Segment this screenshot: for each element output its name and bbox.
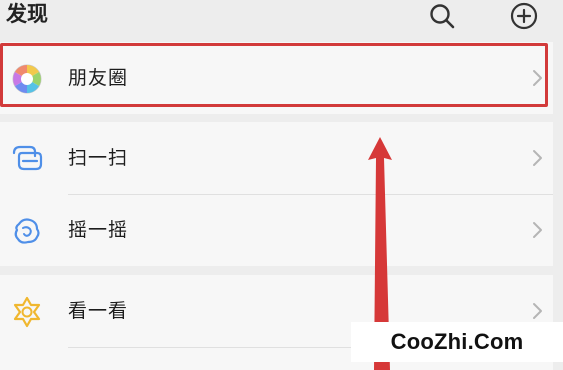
search-icon[interactable] bbox=[427, 1, 457, 31]
watermark-text: CooZhi.Com bbox=[390, 329, 524, 354]
menu-item-scan[interactable]: 扫一扫 bbox=[0, 122, 553, 194]
menu-item-shake-label: 摇一摇 bbox=[68, 219, 129, 241]
plus-circle-icon[interactable] bbox=[509, 1, 539, 31]
menu-item-moments-label: 朋友圈 bbox=[68, 67, 129, 89]
menu-item-shake[interactable]: 摇一摇 bbox=[0, 194, 553, 266]
top-stories-icon bbox=[10, 295, 44, 329]
moments-group: 朋友圈 bbox=[0, 42, 553, 114]
top-bar: 发现 bbox=[0, 0, 563, 36]
page-title: 发现 bbox=[6, 2, 48, 26]
menu-item-moments[interactable]: 朋友圈 bbox=[0, 42, 553, 114]
scan-shake-group: 扫一扫 摇一摇 bbox=[0, 122, 553, 266]
moments-aperture-icon bbox=[10, 62, 44, 96]
watermark: CooZhi.Com bbox=[351, 322, 563, 362]
discover-screen: 发现 朋友圈 扫一扫 摇一摇 看一看 CooZhi.Com bbox=[0, 0, 563, 370]
chevron-right-icon bbox=[533, 70, 542, 86]
scan-icon bbox=[10, 142, 44, 176]
shake-icon bbox=[10, 214, 44, 248]
menu-item-top-stories-label: 看一看 bbox=[68, 300, 129, 322]
chevron-right-icon bbox=[533, 303, 542, 319]
chevron-right-icon bbox=[533, 150, 542, 166]
chevron-right-icon bbox=[533, 222, 542, 238]
menu-item-scan-label: 扫一扫 bbox=[68, 147, 129, 169]
